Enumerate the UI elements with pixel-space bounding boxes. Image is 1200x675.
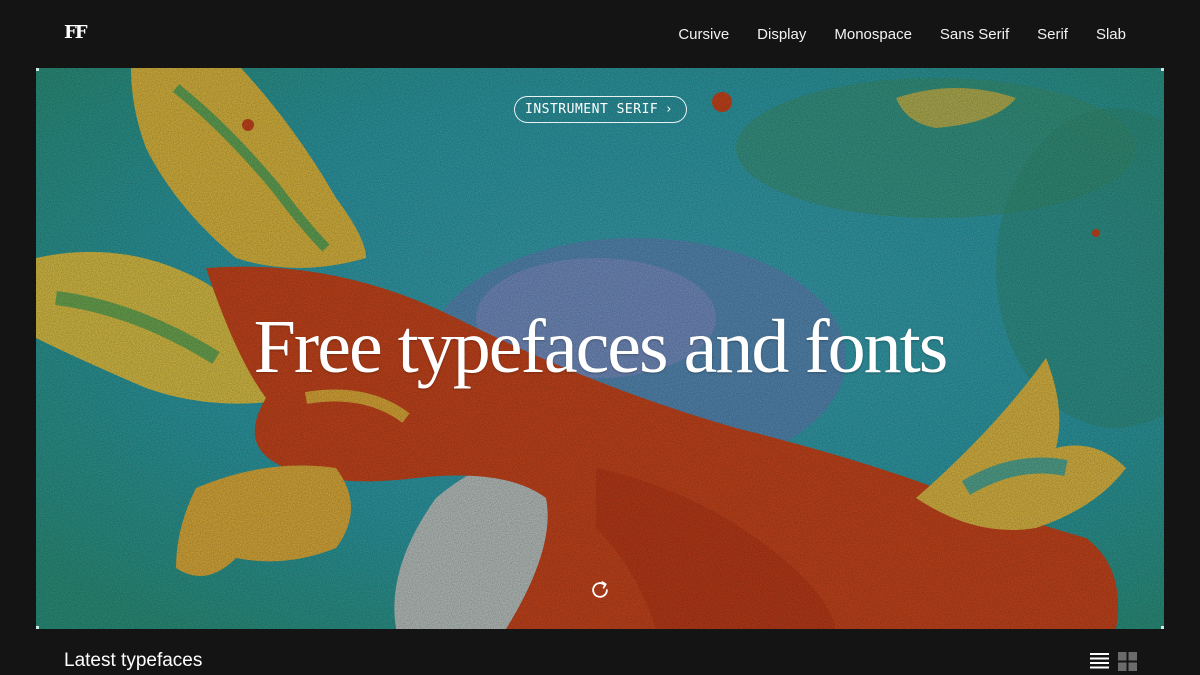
list-view-icon[interactable] bbox=[1090, 652, 1109, 671]
nav-sans-serif[interactable]: Sans Serif bbox=[940, 26, 1009, 43]
hero-banner: INSTRUMENT SERIF › Free typefaces and fo… bbox=[36, 68, 1164, 629]
category-nav: Cursive Display Monospace Sans Serif Ser… bbox=[678, 0, 1126, 68]
nav-monospace[interactable]: Monospace bbox=[834, 26, 912, 43]
featured-font-label: INSTRUMENT SERIF bbox=[525, 102, 659, 117]
hero-title: Free typefaces and fonts bbox=[253, 305, 949, 389]
hero-corner-marker bbox=[1161, 626, 1164, 629]
hero-corner-marker bbox=[36, 68, 39, 71]
site-logo[interactable]: FF bbox=[64, 22, 88, 43]
refresh-icon[interactable] bbox=[589, 579, 611, 601]
nav-slab[interactable]: Slab bbox=[1096, 26, 1126, 43]
nav-cursive[interactable]: Cursive bbox=[678, 26, 729, 43]
latest-typefaces-heading: Latest typefaces bbox=[64, 650, 203, 671]
page: FF Cursive Display Monospace Sans Serif … bbox=[0, 0, 1200, 675]
grid-view-icon[interactable] bbox=[1118, 652, 1137, 671]
nav-display[interactable]: Display bbox=[757, 26, 806, 43]
featured-font-link[interactable]: INSTRUMENT SERIF › bbox=[514, 96, 687, 123]
hero-corner-marker bbox=[36, 626, 39, 629]
site-header: FF Cursive Display Monospace Sans Serif … bbox=[0, 0, 1200, 68]
chevron-right-icon: › bbox=[666, 102, 672, 117]
view-toggle bbox=[1090, 652, 1137, 671]
nav-serif[interactable]: Serif bbox=[1037, 26, 1068, 43]
hero-corner-marker bbox=[1161, 68, 1164, 71]
